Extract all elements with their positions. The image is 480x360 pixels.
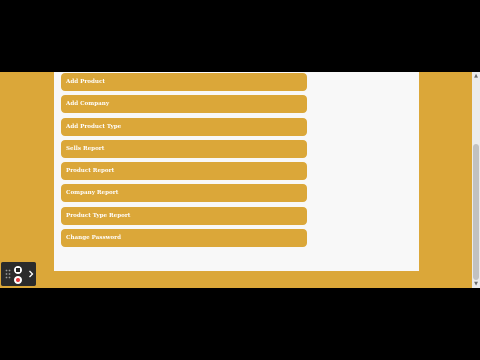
company-report-button[interactable]: Company Report <box>61 184 307 203</box>
scroll-down-icon[interactable]: ▼ <box>472 280 480 288</box>
pause-icon[interactable] <box>14 266 22 274</box>
product-report-button[interactable]: Product Report <box>61 162 307 181</box>
change-password-button[interactable]: Change Password <box>61 229 307 248</box>
add-product-button[interactable]: Add Product <box>61 73 307 91</box>
vertical-scrollbar[interactable]: ▲ ▼ <box>472 72 480 288</box>
app-viewport: Add Product Add Company Add Product Type… <box>0 72 480 288</box>
chevron-right-icon[interactable] <box>28 270 34 278</box>
scrollbar-thumb[interactable] <box>473 144 479 280</box>
add-product-type-button[interactable]: Add Product Type <box>61 117 307 136</box>
add-company-button[interactable]: Add Company <box>61 95 307 114</box>
scroll-up-icon[interactable]: ▲ <box>472 72 480 80</box>
product-type-report-button[interactable]: Product Type Report <box>61 206 307 225</box>
drag-handle-icon[interactable] <box>5 269 11 279</box>
record-icon[interactable] <box>14 276 22 284</box>
content-panel: Add Product Add Company Add Product Type… <box>54 72 419 271</box>
sells-report-button[interactable]: Sells Report <box>61 139 307 158</box>
recording-toolbar <box>1 262 36 286</box>
menu-list: Add Product Add Company Add Product Type… <box>61 73 307 251</box>
